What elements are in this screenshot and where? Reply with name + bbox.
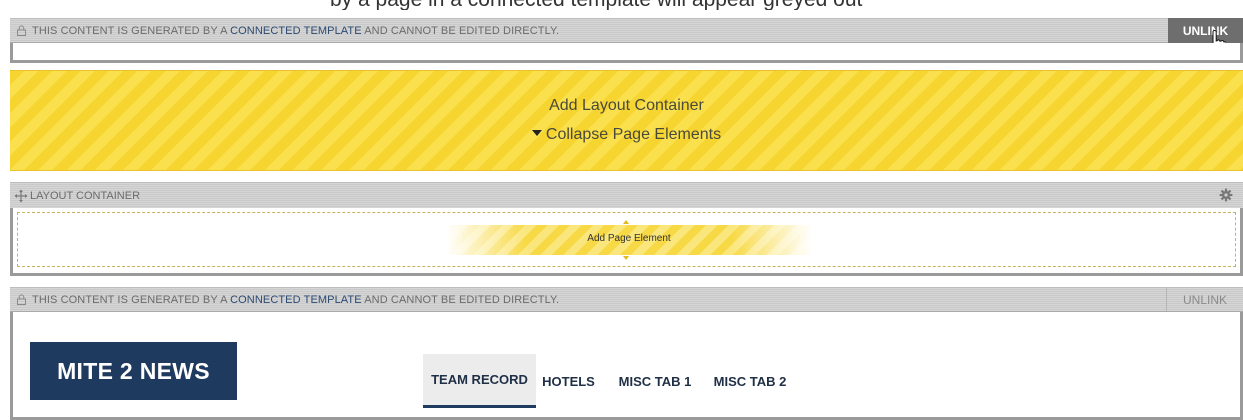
connected-template-link[interactable]: CONNECTED TEMPLATE: [230, 294, 362, 306]
layout-container-frame: Add Page Element: [10, 208, 1243, 276]
caret-down-icon: [623, 256, 629, 260]
add-layout-band: Add Layout Container Collapse Page Eleme…: [10, 70, 1243, 171]
message-prefix: THIS CONTENT IS GENERATED BY A: [32, 25, 227, 37]
news-title-banner: MITE 2 NEWS: [30, 342, 237, 400]
layout-container-bar: LAYOUT CONTAINER: [10, 182, 1243, 208]
collapse-page-elements-link[interactable]: Collapse Page Elements: [10, 126, 1243, 144]
top-clipped-text-area: by a page in a connected template will a…: [0, 0, 1243, 10]
tab-team-record[interactable]: TEAM RECORD: [423, 354, 536, 408]
add-page-element-button[interactable]: [446, 225, 812, 255]
gear-icon[interactable]: [1219, 188, 1233, 202]
top-clipped-text: by a page in a connected template will a…: [330, 0, 862, 10]
layout-container-dropzone: Add Page Element: [17, 212, 1236, 267]
move-icon[interactable]: [14, 189, 28, 203]
connected-template-message: THIS CONTENT IS GENERATED BY A CONNECTED…: [32, 25, 559, 37]
message-suffix: AND CANNOT BE EDITED DIRECTLY.: [364, 25, 560, 37]
message-prefix: THIS CONTENT IS GENERATED BY A: [32, 294, 227, 306]
connected-template-frame: [10, 43, 1243, 63]
unlink-button[interactable]: UNLINK: [1166, 288, 1243, 311]
tab-hotels[interactable]: HOTELS: [536, 354, 601, 408]
message-suffix: AND CANNOT BE EDITED DIRECTLY.: [364, 294, 560, 306]
connected-template-bar: THIS CONTENT IS GENERATED BY A CONNECTED…: [10, 18, 1243, 56]
connected-template-message: THIS CONTENT IS GENERATED BY A CONNECTED…: [32, 294, 559, 306]
add-layout-container-link[interactable]: Add Layout Container: [10, 97, 1243, 115]
connected-template-link[interactable]: CONNECTED TEMPLATE: [230, 25, 362, 37]
lock-icon: [17, 25, 26, 36]
connected-template-bar-2: THIS CONTENT IS GENERATED BY A CONNECTED…: [10, 287, 1243, 312]
tab-misc-tab-2[interactable]: MISC TAB 2: [709, 354, 791, 408]
lock-icon: [17, 294, 26, 305]
layout-container-title: LAYOUT CONTAINER: [30, 190, 141, 202]
tab-misc-tab-1[interactable]: MISC TAB 1: [601, 354, 709, 408]
news-tabs: TEAM RECORD HOTELS MISC TAB 1 MISC TAB 2: [423, 354, 791, 408]
collapse-label: Collapse Page Elements: [545, 126, 722, 143]
unlink-label: UNLINK: [1182, 292, 1227, 307]
caret-up-icon: [623, 220, 629, 224]
triangle-down-icon: [531, 129, 542, 136]
